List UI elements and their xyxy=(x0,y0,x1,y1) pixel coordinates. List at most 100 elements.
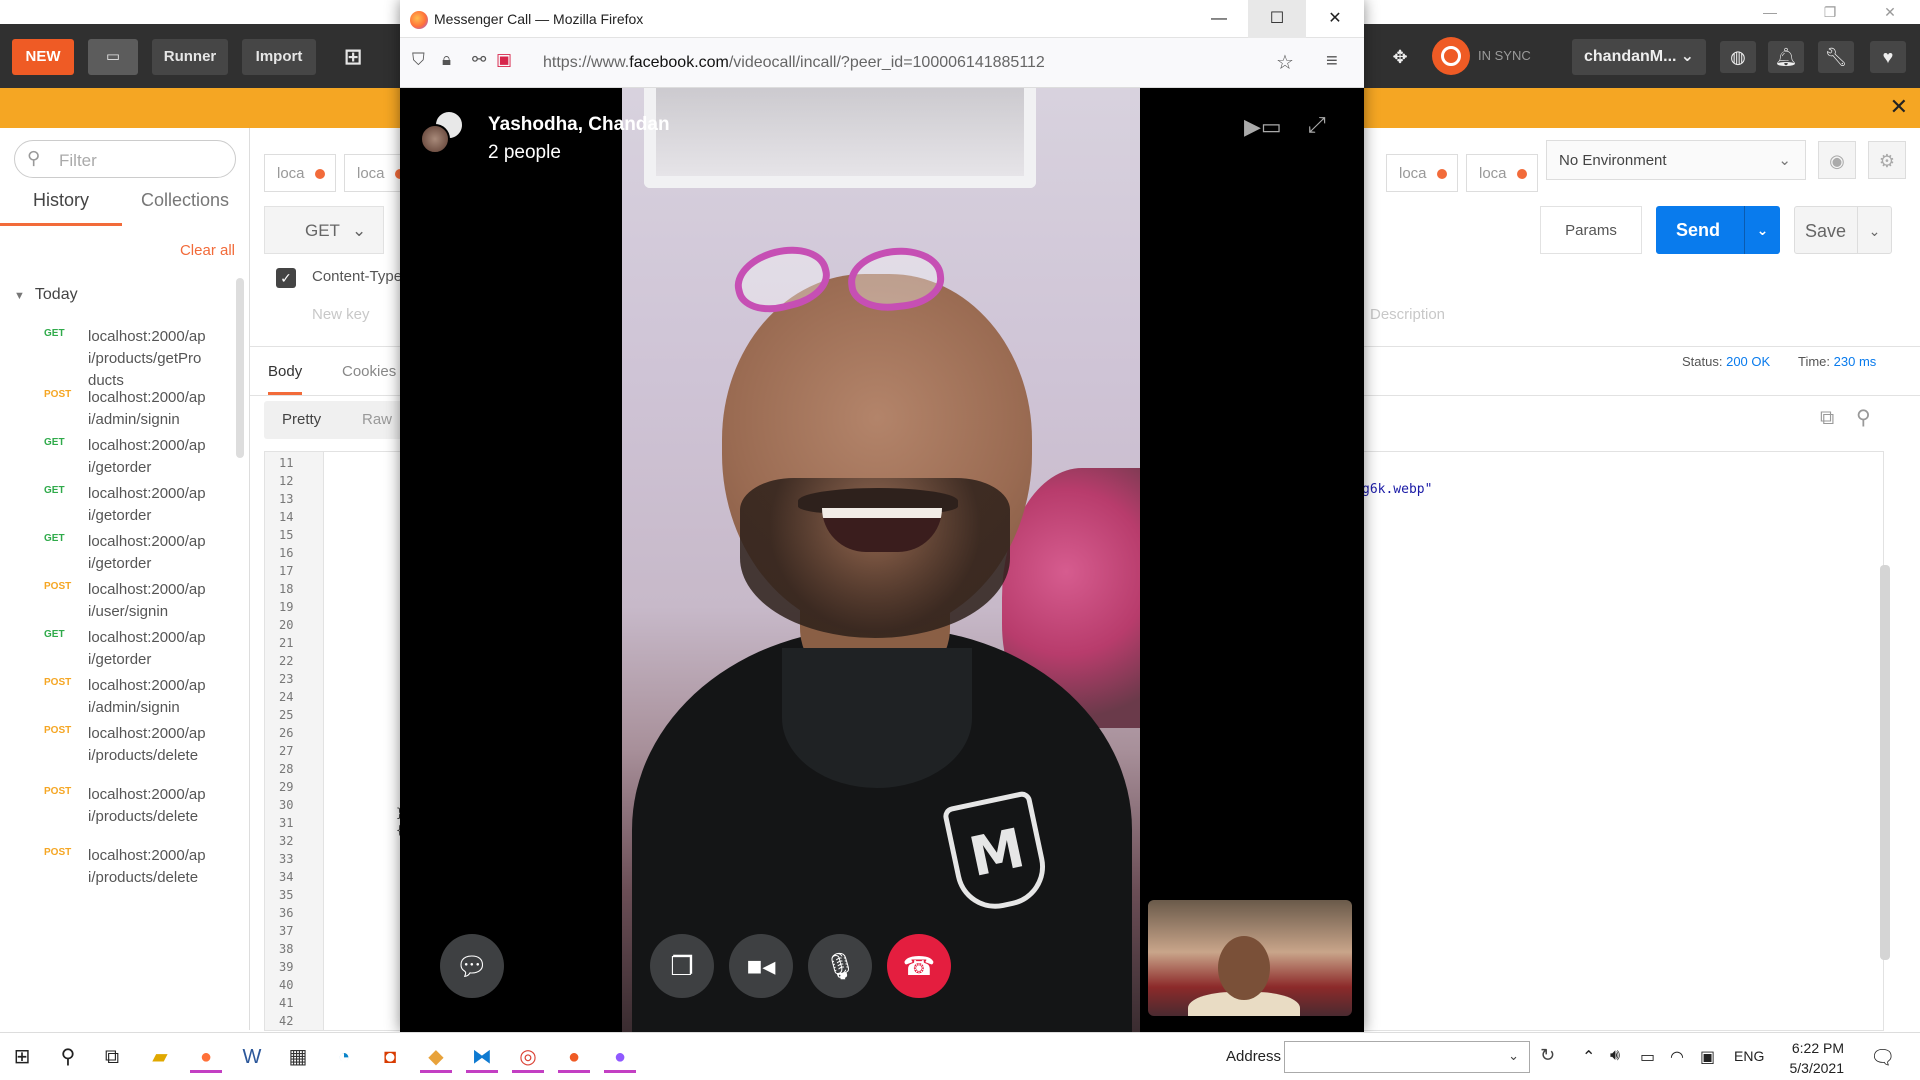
new-key-input[interactable]: New key xyxy=(312,306,370,323)
lock-icon[interactable]: 🔒︎ xyxy=(442,50,451,70)
permissions-icon[interactable]: ⚯ xyxy=(472,50,486,70)
tab-body[interactable]: Body xyxy=(268,363,303,395)
display-icon[interactable]: ▣ xyxy=(1700,1047,1715,1067)
history-item[interactable]: GET localhost:2000/api/getorder xyxy=(0,431,238,479)
self-video-preview[interactable] xyxy=(1148,900,1352,1016)
history-item[interactable]: GET localhost:2000/api/getorder xyxy=(0,623,238,671)
firefox-taskbar-icon[interactable]: ● xyxy=(190,1041,222,1073)
history-item[interactable]: GET localhost:2000/api/getorder xyxy=(0,479,238,527)
postman-taskbar-icon[interactable]: ● xyxy=(558,1041,590,1073)
notifications-bell-icon[interactable]: 🔔︎ xyxy=(1768,41,1804,73)
chevron-down-icon[interactable]: ⌄ xyxy=(1508,1048,1519,1064)
action-center-icon[interactable]: 🗨︎ xyxy=(1870,1045,1895,1070)
close-button[interactable]: ✕ xyxy=(1306,0,1364,38)
user-menu-button[interactable]: chandanM... ⌄ xyxy=(1572,39,1706,75)
chat-button[interactable]: 💬︎ xyxy=(440,934,504,998)
history-item[interactable]: GET localhost:2000/api/getorder xyxy=(0,527,238,575)
maximize-button[interactable]: ☐ xyxy=(1248,0,1306,38)
volume-icon[interactable]: 🔊︎ xyxy=(1610,1047,1620,1065)
refresh-icon[interactable]: ↻ xyxy=(1540,1045,1555,1066)
settings-wrench-icon[interactable]: 🔧︎ xyxy=(1818,41,1854,73)
close-icon[interactable]: ✕ xyxy=(1890,94,1908,120)
raw-button[interactable]: Raw xyxy=(362,411,392,428)
minimize-button[interactable]: — xyxy=(1190,0,1248,38)
tab-history[interactable]: History xyxy=(0,190,122,226)
runner-button[interactable]: Runner xyxy=(152,39,228,75)
history-item[interactable]: POST localhost:2000/api/admin/signin xyxy=(0,671,238,719)
toggle-sidebar-button[interactable]: ▭ xyxy=(88,39,138,75)
fullscreen-icon[interactable]: ⤢ xyxy=(1308,112,1326,138)
office-icon[interactable]: ◘ xyxy=(374,1041,406,1073)
sidebar-scrollbar[interactable] xyxy=(236,278,244,458)
url-field[interactable]: https://www.facebook.com/videocall/incal… xyxy=(543,54,1045,72)
tab-collections[interactable]: Collections xyxy=(122,190,248,226)
new-button[interactable]: NEW xyxy=(12,39,74,75)
chevron-down-icon[interactable]: ⌄ xyxy=(1857,207,1891,253)
gear-icon[interactable]: ⚙ xyxy=(1868,141,1906,179)
pretty-button[interactable]: Pretty xyxy=(282,411,321,428)
params-button[interactable]: Params xyxy=(1540,206,1642,254)
file-explorer-icon[interactable]: ▰ xyxy=(144,1041,176,1073)
address-input[interactable]: ⌄ xyxy=(1284,1041,1530,1073)
history-group-today[interactable]: ▼ Today xyxy=(14,286,78,304)
wifi-icon[interactable]: ◠ xyxy=(1670,1047,1684,1067)
share-screen-button[interactable]: ❐ xyxy=(650,934,714,998)
windows-start-icon[interactable]: ⊞ xyxy=(6,1041,38,1073)
send-button[interactable]: Send ⌄ xyxy=(1656,206,1780,254)
end-call-button[interactable]: ☎ xyxy=(887,934,951,998)
app-diamond-icon[interactable]: ◆ xyxy=(420,1041,452,1073)
request-tab[interactable]: loca xyxy=(264,154,336,192)
postman-minimize-button[interactable]: — xyxy=(1740,2,1800,22)
chevron-down-icon[interactable]: ⌄ xyxy=(1744,206,1780,254)
history-item[interactable]: POST localhost:2000/api/user/signin xyxy=(0,575,238,623)
bookmark-star-icon[interactable]: ☆ xyxy=(1276,50,1294,75)
search-icon[interactable]: ⚲ xyxy=(1856,405,1871,430)
chrome-icon[interactable]: ◎ xyxy=(512,1041,544,1073)
globe-icon[interactable]: ◍ xyxy=(1720,41,1756,73)
filter-input[interactable]: ⚲ Filter xyxy=(14,140,236,178)
response-scrollbar[interactable] xyxy=(1880,565,1890,960)
history-item[interactable]: POST localhost:2000/api/products/delete xyxy=(0,780,238,841)
save-button[interactable]: Save ⌄ xyxy=(1794,206,1892,254)
header-enabled-checkbox[interactable]: ✓ xyxy=(276,268,296,288)
copy-icon[interactable]: ⧉ xyxy=(1820,407,1834,430)
interceptor-icon[interactable]: ✥ xyxy=(1382,41,1418,73)
chevron-up-icon[interactable]: ⌃ xyxy=(1582,1047,1595,1067)
history-item[interactable]: POST localhost:2000/api/admin/signin xyxy=(0,383,238,431)
edge-icon[interactable]: ◔ xyxy=(328,1041,360,1073)
clock-date[interactable]: 5/3/2021 xyxy=(1774,1060,1845,1076)
video-toggle-button[interactable]: ■◂ xyxy=(729,934,793,998)
sync-status-icon[interactable] xyxy=(1432,37,1470,75)
firefox-dev-icon[interactable]: ● xyxy=(604,1041,636,1073)
description-input[interactable]: Description xyxy=(1370,306,1445,323)
camera-sharing-icon[interactable]: ▣ xyxy=(496,50,512,70)
postman-restore-button[interactable]: ❐ xyxy=(1800,2,1860,22)
picture-in-picture-icon[interactable]: ▶▭ xyxy=(1244,114,1282,140)
vscode-icon[interactable]: ⧓ xyxy=(466,1041,498,1073)
store-icon[interactable]: ▦ xyxy=(282,1041,314,1073)
http-method-select[interactable]: GET ⌄ xyxy=(264,206,384,254)
clear-all-button[interactable]: Clear all xyxy=(180,242,235,259)
history-item[interactable]: POST localhost:2000/api/products/delete xyxy=(0,719,238,780)
battery-icon[interactable]: ▭ xyxy=(1640,1047,1655,1067)
tracking-shield-icon[interactable]: ⛉ xyxy=(412,50,425,70)
request-tab[interactable]: loca xyxy=(1386,154,1458,192)
header-key[interactable]: Content-Type xyxy=(312,268,402,285)
import-button[interactable]: Import xyxy=(242,39,316,75)
microphone-button[interactable]: 🎙︎ xyxy=(808,934,872,998)
request-tab[interactable]: loca xyxy=(1466,154,1538,192)
environment-select[interactable]: No Environment ⌄ xyxy=(1546,140,1806,180)
eye-icon[interactable]: ◉ xyxy=(1818,141,1856,179)
history-item[interactable]: GET localhost:2000/api/products/getProduc… xyxy=(0,322,238,389)
word-icon[interactable]: W xyxy=(236,1041,268,1073)
search-icon[interactable]: ⚲ xyxy=(52,1041,84,1073)
postman-close-button[interactable]: ✕ xyxy=(1860,2,1920,22)
tab-cookies[interactable]: Cookies xyxy=(342,363,396,380)
clock-time[interactable]: 6:22 PM xyxy=(1784,1040,1844,1056)
language-indicator[interactable]: ENG xyxy=(1734,1048,1764,1064)
heart-icon[interactable]: ♥ xyxy=(1870,41,1906,73)
history-item[interactable]: POST localhost:2000/api/products/delete xyxy=(0,841,238,902)
task-view-icon[interactable]: ⧉ xyxy=(96,1041,128,1073)
new-window-button[interactable]: ⊞ xyxy=(328,39,378,75)
hamburger-menu-icon[interactable]: ≡ xyxy=(1326,50,1338,73)
